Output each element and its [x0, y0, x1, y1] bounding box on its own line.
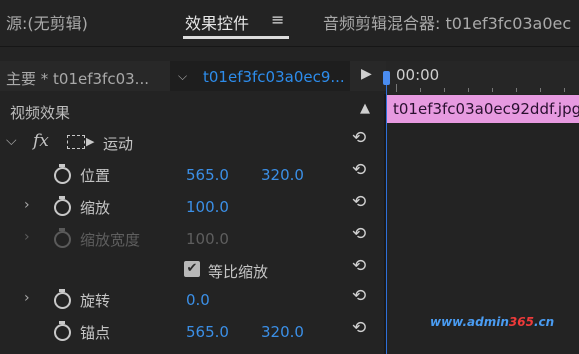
ruler-tick [492, 88, 493, 92]
timecode: 00:00 [396, 66, 440, 84]
tab-source[interactable]: 源:(无剪辑) [6, 10, 88, 34]
tab-audio-clip-mixer[interactable]: 音频剪辑混合器: t01ef3fc03a0ec [323, 10, 571, 34]
scale-width-label: 缩放宽度 [80, 231, 141, 249]
reset-icon[interactable]: ⟲ [352, 192, 366, 212]
clip-selector-label[interactable]: t01ef3fc03a0ec9... [203, 68, 345, 86]
transform-arrow-icon: ▶ [86, 135, 95, 148]
collapse-up-icon[interactable]: ▲ [360, 101, 370, 116]
watermark-number: 365 [508, 315, 534, 329]
reset-icon[interactable]: ⟲ [352, 286, 366, 306]
rotation-label: 旋转 [80, 292, 111, 310]
panel-separator [384, 94, 386, 354]
stopwatch-icon[interactable] [54, 321, 71, 341]
reset-icon[interactable]: ⟲ [352, 224, 366, 244]
ruler-tick [540, 88, 541, 92]
scale-value[interactable]: 100.0 [186, 198, 229, 216]
master-clip-label[interactable]: 主要 * t01ef3fc03... [6, 68, 149, 89]
ruler-tick [564, 88, 565, 92]
panel-menu-icon[interactable]: ≡ [271, 10, 284, 29]
motion-label: 运动 [103, 135, 134, 153]
video-effects-heading: 视频效果 [10, 104, 71, 122]
anchor-x-value[interactable]: 565.0 [186, 323, 229, 341]
ruler-tick [396, 84, 397, 92]
timeline-clip-label: t01ef3fc03a0ec92ddf.jpg [393, 100, 579, 118]
reset-icon[interactable]: ⟲ [352, 128, 366, 148]
play-triangle-icon[interactable]: ▶ [361, 66, 372, 82]
reset-icon[interactable]: ⟲ [352, 256, 366, 276]
reset-icon[interactable]: ⟲ [352, 318, 366, 338]
scale-width-value: 100.0 [186, 230, 229, 248]
chevron-right-icon[interactable]: › [24, 197, 30, 213]
stopwatch-icon[interactable] [54, 164, 71, 184]
watermark-prefix: www.admin [430, 315, 509, 329]
position-x-value[interactable]: 565.0 [186, 166, 229, 184]
stopwatch-icon[interactable] [54, 196, 71, 216]
scale-label: 缩放 [80, 199, 111, 217]
uniform-scale-checkbox[interactable]: ✔ [184, 261, 200, 277]
ruler-tick [420, 88, 421, 92]
uniform-scale-label: 等比缩放 [208, 263, 269, 281]
divider [0, 46, 579, 47]
position-label: 位置 [80, 167, 111, 185]
active-tab-indicator [183, 36, 289, 39]
playhead-line[interactable] [386, 74, 387, 354]
position-y-value[interactable]: 320.0 [261, 166, 304, 184]
transform-icon[interactable] [67, 135, 85, 149]
playhead-handle[interactable] [383, 71, 390, 85]
watermark-suffix: .cn [533, 315, 555, 329]
tab-effect-controls[interactable]: 效果控件 [185, 10, 249, 34]
anchor-point-label: 锚点 [80, 324, 111, 342]
ruler-tick [468, 88, 469, 92]
chevron-right-icon: › [24, 229, 30, 245]
ruler-tick [444, 88, 445, 92]
stopwatch-icon[interactable] [54, 289, 71, 309]
stopwatch-icon [54, 228, 71, 248]
chevron-expanded-icon[interactable]: ⌵ [6, 133, 17, 149]
fx-icon[interactable]: fx [33, 131, 49, 151]
ruler-tick [516, 88, 517, 92]
reset-icon[interactable]: ⟲ [352, 160, 366, 180]
watermark: www.admin365.cn [430, 315, 554, 329]
chevron-right-icon[interactable]: › [24, 290, 30, 306]
chevron-down-icon[interactable]: ⌵ [178, 69, 187, 84]
rotation-value[interactable]: 0.0 [186, 291, 210, 309]
anchor-y-value[interactable]: 320.0 [261, 323, 304, 341]
